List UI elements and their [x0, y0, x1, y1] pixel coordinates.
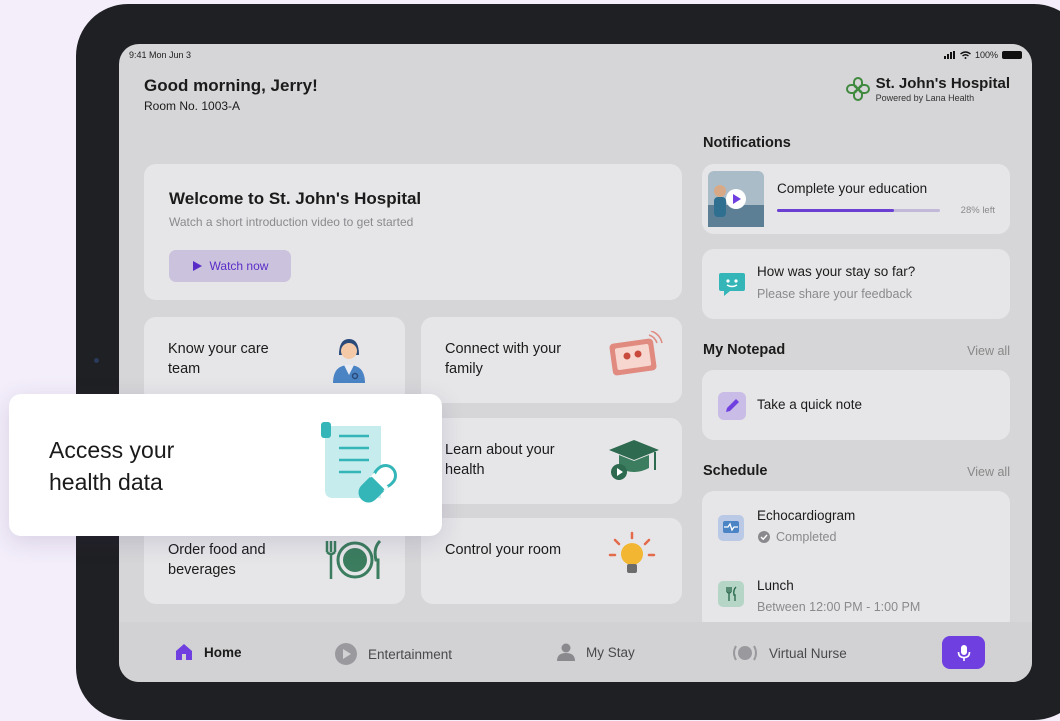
schedule-view-all-link[interactable]: View all	[967, 465, 1010, 479]
completed-check-icon	[758, 531, 770, 543]
tile-learn-health[interactable]: Learn about your health	[421, 418, 682, 504]
pencil-icon	[718, 392, 746, 420]
powered-by: Powered by Lana Health	[875, 92, 975, 103]
schedule-item-time: Between 12:00 PM - 1:00 PM	[757, 600, 921, 614]
feedback-chat-icon	[719, 273, 745, 296]
status-indicators: 100%	[943, 50, 1022, 60]
welcome-card: Welcome to St. John's Hospital Watch a s…	[144, 164, 682, 300]
nav-home-label: Home	[204, 644, 242, 660]
tile-learn-health-label: Learn about your health	[445, 442, 555, 478]
schedule-item-title: Lunch	[757, 578, 794, 593]
nav-my-stay[interactable]: My Stay	[556, 642, 635, 662]
health-data-card[interactable]: Access your health data	[9, 394, 442, 536]
person-icon	[557, 643, 575, 661]
education-progress-fill	[777, 209, 895, 212]
graduation-cap-icon	[609, 440, 659, 480]
nav-home[interactable]: Home	[174, 642, 242, 662]
tile-connect-family[interactable]: Connect with your family	[421, 317, 682, 403]
hospital-brand: St. John's Hospital Powered by Lana Heal…	[845, 75, 1010, 103]
feedback-title: How was your stay so far?	[757, 264, 916, 279]
quick-note-label: Take a quick note	[757, 397, 863, 412]
greeting-title: Good morning, Jerry!	[144, 76, 318, 95]
welcome-title: Welcome to St. John's Hospital	[169, 189, 422, 208]
quick-note-card[interactable]: Take a quick note	[702, 370, 1010, 440]
heart-monitor-icon	[718, 515, 744, 541]
watch-now-label: Watch now	[209, 259, 269, 273]
tile-control-room[interactable]: Control your room	[421, 518, 682, 604]
notifications-title: Notifications	[703, 135, 791, 151]
tile-care-team[interactable]: Know your care team	[144, 317, 405, 403]
video-call-icon	[609, 331, 663, 376]
nav-entertainment-label: Entertainment	[368, 646, 453, 662]
home-icon	[176, 644, 192, 660]
schedule-title: Schedule	[703, 463, 768, 479]
nav-my-stay-label: My Stay	[586, 644, 635, 660]
schedule-item-status: Completed	[776, 530, 837, 544]
front-camera	[94, 358, 99, 363]
light-bulb-icon	[608, 531, 656, 573]
greeting-block: Good morning, Jerry! Room No. 1003-A	[144, 76, 318, 113]
cutlery-icon	[718, 581, 744, 607]
education-progress-text: 28% left	[960, 205, 995, 216]
microphone-icon	[957, 644, 970, 661]
nurse-icon	[333, 339, 365, 383]
wifi-icon	[960, 51, 971, 59]
app-screen: 9:41 Mon Jun 3 100% Good morning, Jerry!…	[119, 44, 1032, 682]
nav-virtual-nurse[interactable]: Virtual Nurse	[731, 642, 847, 664]
play-circle-icon	[335, 643, 357, 665]
schedule-item[interactable]: Echocardiogram Completed	[702, 491, 1010, 557]
schedule-item[interactable]: Lunch Between 12:00 PM - 1:00 PM	[702, 557, 1010, 623]
bottom-navigation: Home Entertainment My Stay Virtual Nurse	[119, 622, 1032, 682]
feedback-subtitle: Please share your feedback	[757, 287, 912, 301]
health-record-icon	[321, 422, 397, 503]
welcome-subtitle: Watch a short introduction video to get …	[169, 215, 414, 229]
battery-percent: 100%	[974, 50, 998, 60]
nav-virtual-nurse-label: Virtual Nurse	[769, 645, 847, 661]
tile-care-team-label: Know your care team	[168, 341, 269, 377]
watch-now-button[interactable]: Watch now	[169, 250, 291, 282]
education-label: Complete your education	[777, 181, 928, 196]
play-icon	[192, 261, 202, 271]
signal-icon	[943, 51, 955, 59]
hospital-name: St. John's Hospital	[875, 75, 1010, 92]
room-number: Room No. 1003-A	[144, 99, 241, 113]
tile-order-food-label: Order food and beverages	[168, 542, 266, 578]
microphone-button[interactable]	[942, 636, 985, 669]
notepad-title: My Notepad	[703, 342, 786, 358]
tile-control-room-label: Control your room	[445, 542, 562, 558]
education-notification[interactable]: Complete your education 28% left	[702, 164, 1010, 234]
status-bar: 9:41 Mon Jun 3 100%	[129, 48, 1022, 62]
schedule-item-title: Echocardiogram	[757, 508, 856, 523]
education-video-thumbnail	[708, 171, 764, 227]
health-data-label: Access your health data	[49, 437, 175, 495]
battery-icon	[1002, 51, 1022, 59]
virtual-nurse-icon	[733, 645, 757, 661]
plate-cutlery-icon	[325, 539, 382, 579]
nav-entertainment[interactable]: Entertainment	[334, 642, 452, 666]
notepad-view-all-link[interactable]: View all	[967, 344, 1010, 358]
schedule-list: Echocardiogram Completed Lunch Between 1…	[702, 491, 1010, 631]
education-progress-bar	[777, 209, 940, 212]
feedback-notification[interactable]: How was your stay so far? Please share y…	[702, 249, 1010, 319]
status-time: 9:41 Mon Jun 3	[129, 50, 192, 60]
hospital-logo-icon	[845, 77, 870, 102]
tile-connect-family-label: Connect with your family	[445, 341, 562, 377]
